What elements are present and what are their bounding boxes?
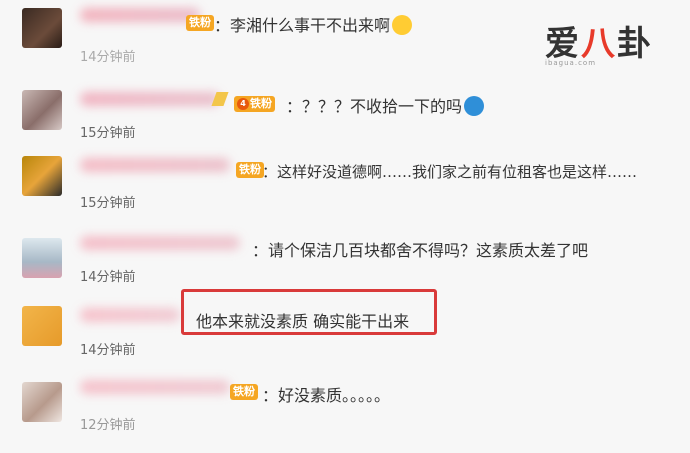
username-blurred[interactable] <box>80 8 200 22</box>
comment-text: ：？？？不收拾一下的吗 <box>286 93 485 117</box>
comment-text: ：李湘什么事干不出来啊 <box>214 12 413 36</box>
fan-badge: 铁粉 <box>186 15 214 31</box>
fan-badge: 铁粉 <box>236 162 264 178</box>
avatar[interactable] <box>22 382 62 422</box>
laughing-emoji-icon <box>392 15 413 35</box>
avatar[interactable] <box>22 306 62 346</box>
fan-badge: 铁粉 <box>230 384 258 400</box>
comment-text: ：这样好没道德啊……我们家之前有位租客也是这样…… <box>262 163 638 181</box>
comment-time: 14分钟前 <box>80 50 136 65</box>
username-blurred[interactable] <box>80 236 240 250</box>
doraemon-emoji-icon <box>464 96 485 116</box>
comment-item: 铁粉 ：这样好没道德啊……我们家之前有位租客也是这样…… 15分钟前 <box>0 140 690 211</box>
comment-time: 14分钟前 <box>80 343 136 358</box>
comment-item: 铁粉 ：好没素质。。。。。 12分钟前 <box>0 370 690 436</box>
avatar[interactable] <box>22 90 62 130</box>
avatar[interactable] <box>22 8 62 48</box>
comment-text: ：请个保洁几百块都舍不得吗？这素质太差了吧 <box>252 241 589 260</box>
username-blurred[interactable] <box>80 158 230 172</box>
comment-time: 14分钟前 <box>80 270 136 285</box>
avatar[interactable] <box>22 238 62 278</box>
comment-item: 铁粉 ：李湘什么事干不出来啊 14分钟前 <box>0 0 690 66</box>
comment-text: ：好没素质。。。。。 <box>262 386 391 405</box>
comment-time: 12分钟前 <box>80 418 136 433</box>
username-blurred[interactable] <box>80 308 180 322</box>
username-blurred[interactable] <box>80 92 220 106</box>
username-blurred[interactable] <box>80 380 230 394</box>
avatar[interactable] <box>22 156 62 196</box>
comment-time: 15分钟前 <box>80 196 136 211</box>
fan-badge: 4 铁粉 <box>234 96 275 112</box>
highlight-box <box>181 289 437 335</box>
comment-time: 15分钟前 <box>80 126 136 141</box>
comment-item: ：请个保洁几百块都舍不得吗？这素质太差了吧 14分钟前 <box>0 216 690 285</box>
comment-item: 4 铁粉 ：？？？不收拾一下的吗 15分钟前 <box>0 76 690 142</box>
